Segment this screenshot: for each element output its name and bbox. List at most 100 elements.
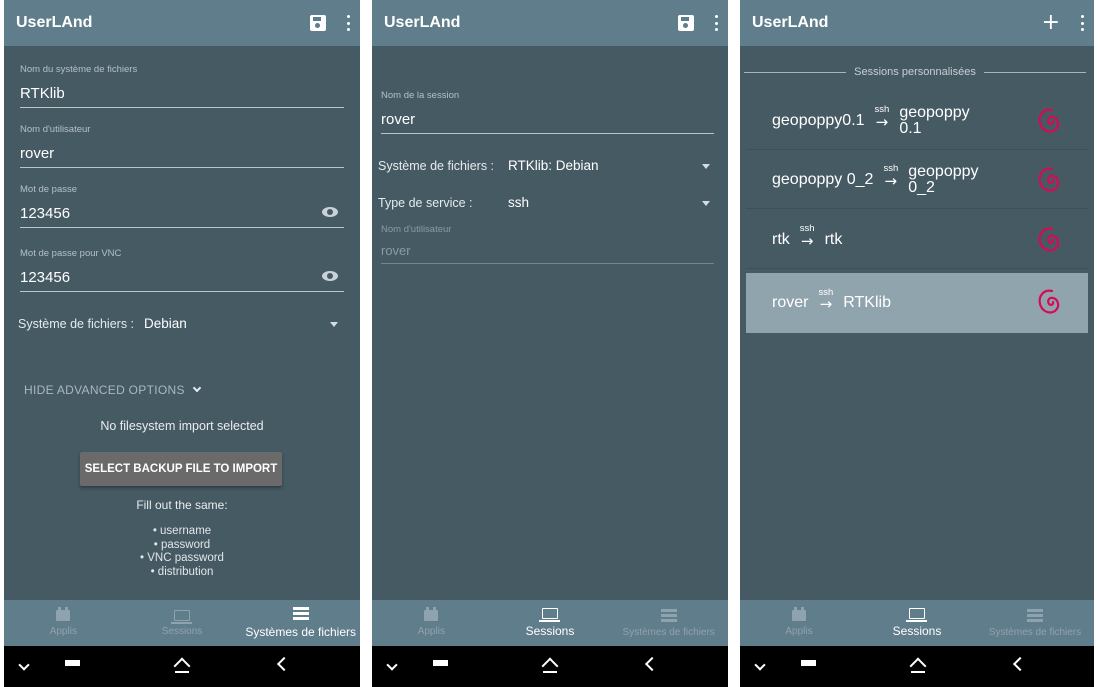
session-service: ssh → [818, 288, 833, 313]
session-user: geopoppy 0_2 [772, 170, 874, 188]
laptop-icon [171, 609, 192, 624]
field-input[interactable]: 123456 [20, 269, 344, 292]
more-options-icon[interactable] [1080, 15, 1084, 31]
sessions-list-screen: UserLAnd + Sessions personnalisées geopo… [740, 0, 1094, 687]
hide-keyboard-icon[interactable] [754, 659, 766, 671]
nav-label: Systèmes de fichiers [245, 625, 357, 639]
show-password-icon[interactable] [322, 207, 338, 217]
select-backup-button[interactable]: SELECT BACKUP FILE TO IMPORT [80, 452, 282, 486]
filesystem-name-cont: 0.1 [899, 119, 922, 137]
fill-out-text: Fill out the same: [136, 498, 228, 512]
arrow-icon: → [819, 295, 833, 314]
vnc-password-field[interactable]: Mot de passe pour VNC 123456 [20, 248, 344, 292]
back-icon[interactable] [276, 656, 292, 672]
bottom-navigation: Applis Sessions Systèmes de fichiers [4, 600, 360, 646]
list-item: • password [153, 538, 211, 551]
menu-icon[interactable] [433, 660, 448, 672]
field-label: Nom du système de fichiers [20, 64, 138, 75]
show-password-icon[interactable] [322, 271, 338, 281]
hide-advanced-options-toggle[interactable]: HIDE ADVANCED OPTIONS [24, 383, 202, 397]
nav-apps[interactable]: Applis [740, 600, 858, 646]
session-service: ssh → [883, 164, 898, 189]
dropdown-value[interactable]: RTKlib: Debian [508, 158, 599, 173]
session-item[interactable]: geopoppy0.1 ssh → geopoppy 0.1 [746, 92, 1088, 150]
debian-icon [1038, 167, 1060, 192]
app-title: UserLAnd [384, 14, 461, 31]
nav-label: Sessions [161, 625, 203, 637]
password-field[interactable]: Mot de passe 123456 [20, 184, 344, 228]
save-icon[interactable] [310, 15, 326, 31]
field-label: Nom de la session [381, 90, 460, 101]
system-navigation-bar [740, 646, 1094, 687]
field-input[interactable]: RTKlib [20, 85, 344, 108]
session-filesystem: geopoppy 0.1 [899, 104, 969, 137]
bottom-navigation: Applis Sessions Systèmes de fichiers [372, 600, 728, 646]
nav-sessions[interactable]: Sessions [491, 600, 610, 646]
arrow-icon: → [884, 171, 898, 190]
filesystem-type-dropdown[interactable]: Système de fichiers : Debian [18, 316, 342, 331]
session-item-selected[interactable]: rover ssh → RTKlib [746, 273, 1088, 333]
more-options-icon[interactable] [346, 15, 350, 31]
session-user: geopoppy0.1 [772, 111, 865, 129]
session-name-field[interactable]: Nom de la session rover [381, 90, 714, 134]
nav-filesystems[interactable]: Systèmes de fichiers [241, 600, 360, 646]
home-icon[interactable] [910, 658, 925, 673]
nav-label: Systèmes de fichiers [988, 626, 1082, 638]
nav-apps[interactable]: Applis [4, 600, 123, 646]
field-label: Nom d'utilisateur [381, 224, 452, 235]
session-user: rover [772, 294, 809, 311]
session-item[interactable]: geopoppy 0_2 ssh → geopoppy 0_2 [746, 151, 1088, 209]
field-label: Nom d'utilisateur [20, 124, 91, 135]
field-input: rover [381, 243, 714, 264]
app-title: UserLAnd [16, 14, 93, 31]
session-item[interactable]: rtk ssh → rtk [746, 211, 1088, 269]
hide-keyboard-icon[interactable] [18, 659, 30, 671]
system-navigation-bar [372, 646, 728, 687]
field-input[interactable]: rover [381, 111, 714, 134]
service-type-dropdown[interactable]: Type de service : ssh [378, 195, 714, 210]
session-filesystem: RTKlib [843, 294, 891, 311]
nav-sessions[interactable]: Sessions [123, 600, 242, 646]
filesystem-name-cont: 0_2 [908, 178, 935, 196]
caret-down-icon [330, 322, 338, 327]
menu-icon[interactable] [65, 660, 80, 672]
field-input[interactable]: 123456 [20, 205, 344, 228]
caret-down-icon [702, 201, 710, 206]
filesystem-name-field[interactable]: Nom du système de fichiers RTKlib [20, 64, 344, 108]
filesystem-dropdown[interactable]: Système de fichiers : RTKlib: Debian [378, 158, 714, 173]
back-icon[interactable] [644, 656, 660, 672]
home-icon[interactable] [542, 658, 557, 673]
app-bar: UserLAnd + [740, 0, 1094, 46]
nav-sessions[interactable]: Sessions [858, 600, 976, 646]
nav-filesystems[interactable]: Systèmes de fichiers [976, 600, 1094, 646]
chevron-down-icon [192, 383, 202, 393]
nav-apps[interactable]: Applis [372, 600, 491, 646]
field-input[interactable]: rover [20, 145, 344, 168]
debian-icon [1038, 108, 1060, 133]
dropdown-value[interactable]: Debian [144, 316, 187, 331]
list-item: • distribution [150, 565, 214, 578]
home-icon[interactable] [174, 658, 189, 673]
nav-label: Applis [417, 625, 445, 637]
menu-icon[interactable] [801, 660, 816, 672]
session-edit-screen: UserLAnd Nom de la session rover Système… [372, 0, 728, 687]
dropdown-value[interactable]: ssh [508, 195, 529, 210]
arrow-icon: → [875, 112, 889, 131]
nav-label: Systèmes de fichiers [622, 626, 715, 638]
session-username-field: Nom d'utilisateur rover [381, 224, 714, 264]
app-bar: UserLAnd [4, 0, 360, 46]
save-icon[interactable] [678, 15, 694, 31]
storage-icon [1027, 608, 1043, 622]
nav-label: Applis [785, 625, 813, 637]
nav-filesystems[interactable]: Systèmes de fichiers [609, 600, 728, 646]
hide-keyboard-icon[interactable] [386, 659, 398, 671]
dropdown-label: Système de fichiers : [378, 158, 495, 173]
nav-label: Sessions [525, 624, 575, 638]
debian-icon [1038, 289, 1060, 314]
more-options-icon[interactable] [714, 15, 718, 31]
username-field[interactable]: Nom d'utilisateur rover [20, 124, 344, 168]
no-import-text: No filesystem import selected [100, 419, 264, 433]
add-icon[interactable]: + [1042, 12, 1060, 34]
back-icon[interactable] [1012, 656, 1028, 672]
field-label: Mot de passe pour VNC [20, 248, 122, 259]
